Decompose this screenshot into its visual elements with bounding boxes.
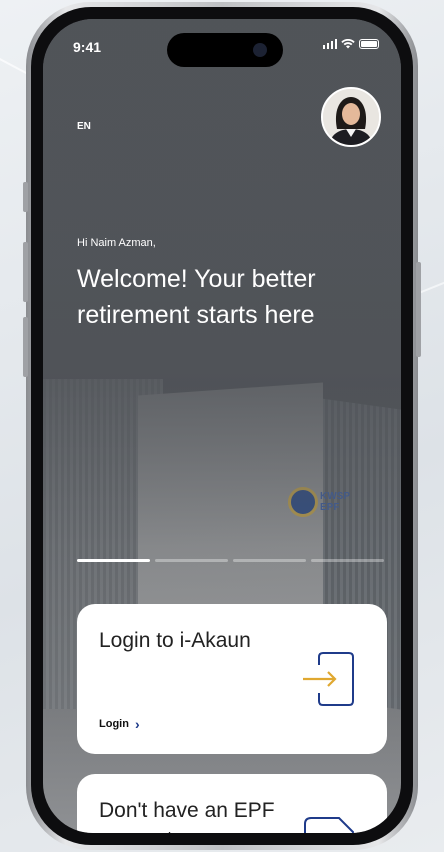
side-button (23, 317, 28, 377)
login-link[interactable]: Login › (99, 716, 140, 732)
register-icon (304, 817, 354, 833)
dynamic-island (167, 33, 283, 67)
onboarding-pager (77, 559, 384, 562)
pager-indicator[interactable] (155, 559, 228, 562)
login-icon (303, 652, 354, 706)
side-button (23, 182, 28, 212)
status-time: 9:41 (73, 39, 102, 55)
register-card[interactable]: Don't have an EPF account (77, 774, 387, 833)
pager-indicator[interactable] (311, 559, 384, 562)
user-photo (323, 89, 379, 145)
battery-icon (359, 39, 379, 49)
side-button (416, 262, 421, 357)
chevron-right-icon: › (134, 716, 140, 732)
avatar[interactable] (321, 87, 381, 147)
signal-icon (322, 39, 337, 49)
register-card-title: Don't have an EPF account (99, 799, 275, 833)
camera-icon (253, 43, 267, 57)
side-button (23, 242, 28, 302)
status-bar: 9:41 (43, 19, 401, 69)
login-card-title: Login to i-Akaun (99, 629, 251, 652)
wifi-icon (341, 39, 355, 49)
login-card[interactable]: Login to i-Akaun Login › (77, 604, 387, 754)
pager-indicator-active[interactable] (77, 559, 150, 562)
greeting-text: Hi Naim Azman, (77, 237, 156, 249)
app-screen: KWSPEPF 9:41 EN (43, 19, 401, 833)
login-link-label: Login (99, 718, 129, 730)
pager-indicator[interactable] (233, 559, 306, 562)
language-toggle[interactable]: EN (77, 121, 91, 132)
phone-frame: KWSPEPF 9:41 EN (23, 2, 421, 850)
welcome-headline: Welcome! Your better retirement starts h… (77, 265, 316, 329)
